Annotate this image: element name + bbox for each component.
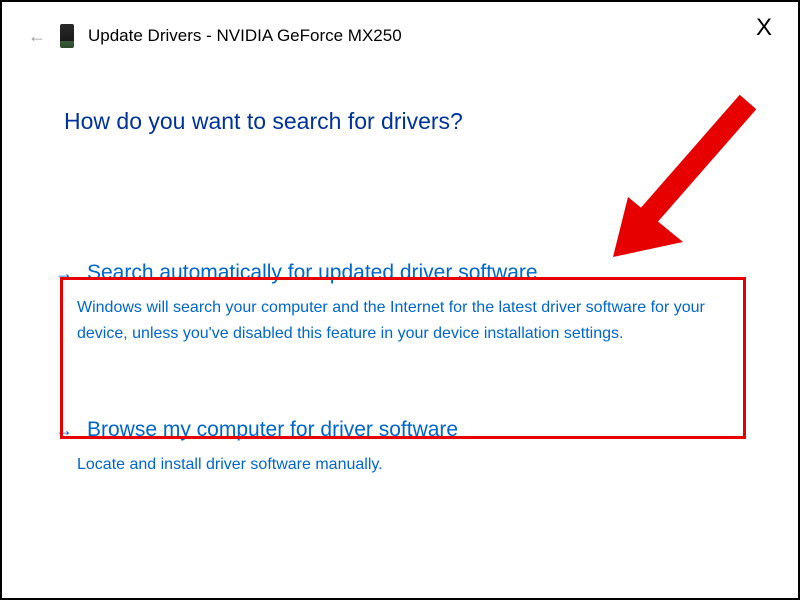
main-heading: How do you want to search for drivers? [64,108,798,135]
close-button[interactable]: X [756,14,772,42]
device-icon [60,24,74,48]
arrow-right-icon: → [55,420,77,441]
option-search-automatically[interactable]: → Search automatically for updated drive… [77,261,798,346]
option-description: Windows will search your computer and th… [77,295,717,346]
arrow-right-icon: → [55,263,77,284]
dialog-header: ← Update Drivers - NVIDIA GeForce MX250 [2,2,798,48]
option-browse-computer[interactable]: → Browse my computer for driver software… [77,418,798,478]
dialog-title: Update Drivers - NVIDIA GeForce MX250 [88,26,402,46]
option-title: Search automatically for updated driver … [87,261,538,285]
option-title: Browse my computer for driver software [87,418,458,442]
option-description: Locate and install driver software manua… [77,452,717,478]
back-arrow-icon[interactable]: ← [28,26,46,47]
